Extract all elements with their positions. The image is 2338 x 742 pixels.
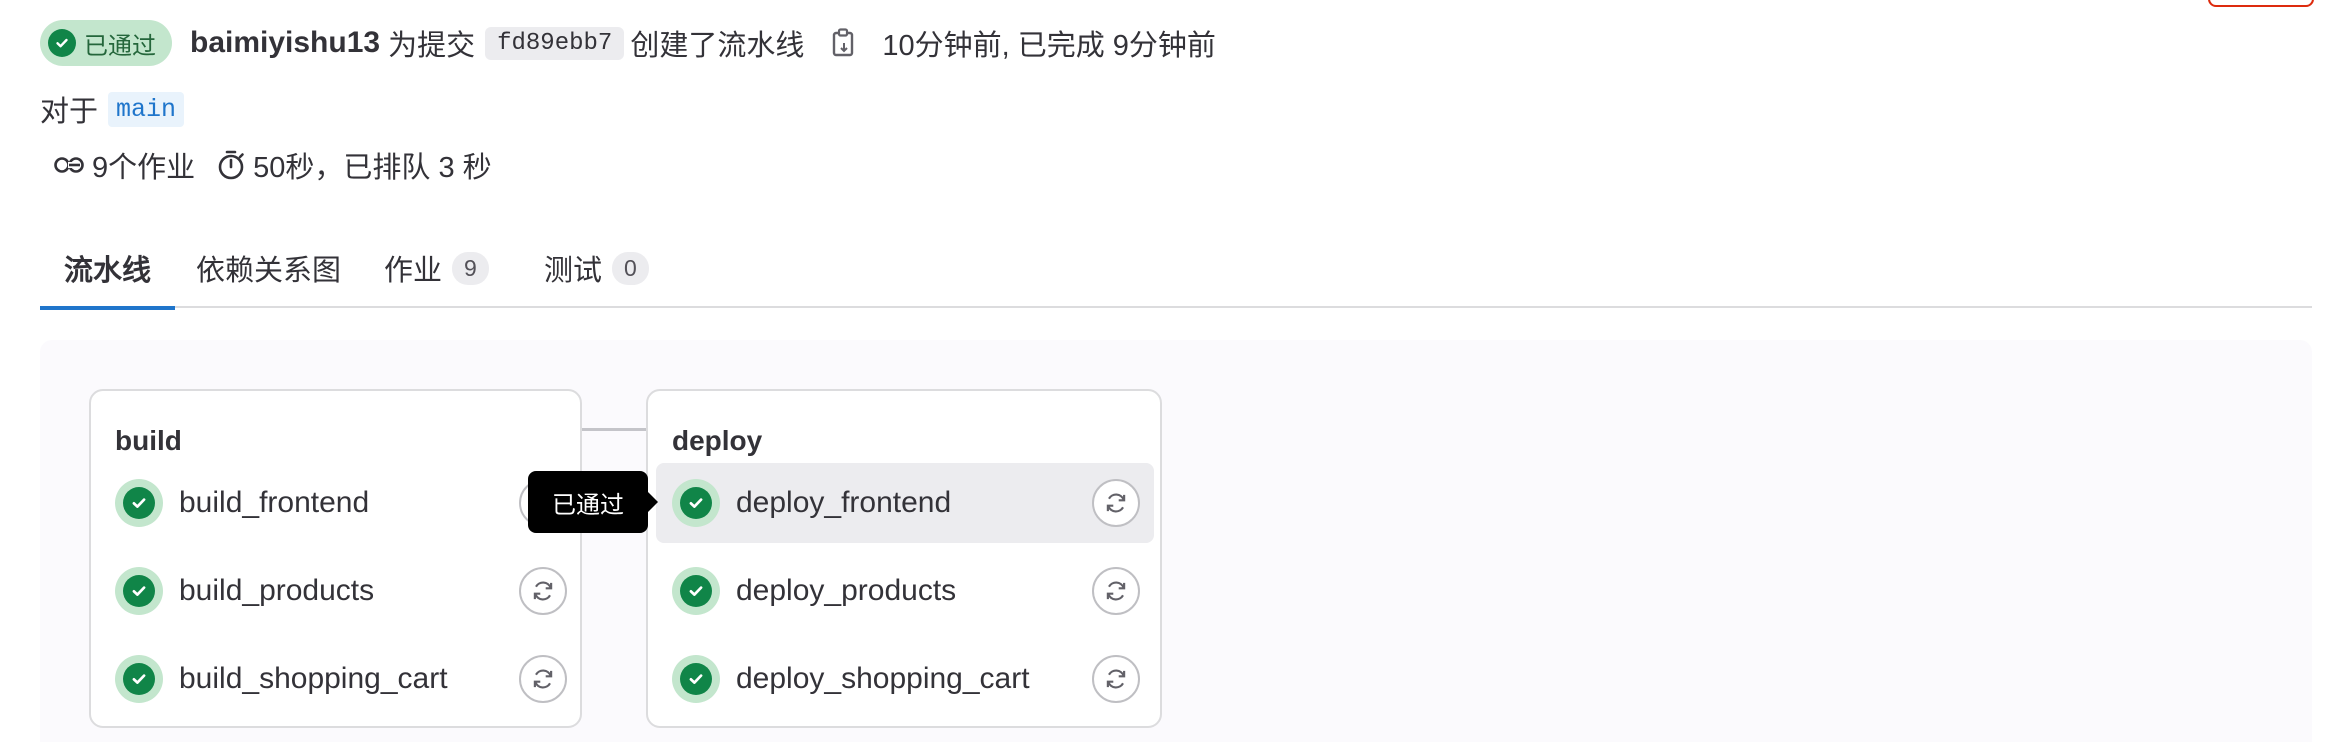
branch-link[interactable]: main [108,91,185,127]
duration-text: 50秒，已排队 3 秒 [253,152,492,184]
job-name: build_products [179,574,375,607]
tab-label: 测试 [544,255,603,287]
job-item[interactable]: build_shopping_cart [99,639,572,719]
job-item[interactable]: deploy_products [656,551,1154,631]
stage-title: build [115,425,182,456]
retry-icon[interactable] [1092,567,1140,615]
status-badge-label: 已通过 [84,32,156,60]
stage-connector [582,428,646,431]
pipeline-icon [54,149,86,181]
tab-pipeline[interactable]: 流水线 [40,228,176,310]
pipeline-header: 已通过 baimiyishu13 为提交 fd89ebb7 创建了流水线 10分… [40,18,1216,68]
commit-sha-link[interactable]: fd89ebb7 [485,26,625,60]
stage-build: build build_frontend build_products buil… [89,389,582,728]
retry-icon[interactable] [1092,655,1140,703]
status-badge[interactable]: 已通过 [40,20,172,66]
tab-label: 作业 [384,255,443,287]
tab-count-badge: 0 [612,251,649,285]
check-circle-icon[interactable] [672,567,720,615]
retry-icon[interactable] [519,567,567,615]
tab-label: 流水线 [64,255,152,287]
check-circle-icon[interactable] [672,655,720,703]
tab-dependency-graph[interactable]: 依赖关系图 [196,228,341,308]
tab-jobs[interactable]: 作业 9 [384,228,489,308]
job-item[interactable]: build_frontend [99,463,572,543]
job-name: build_shopping_cart [179,662,448,695]
job-item[interactable]: deploy_shopping_cart [656,639,1154,719]
timer-icon [215,149,247,181]
ref-row: 对于 main [40,88,185,130]
check-circle-icon[interactable] [115,479,163,527]
jobs-count-text: 9个作业 [92,152,196,184]
stage-title: deploy [672,425,763,456]
tab-label: 依赖关系图 [196,255,342,287]
job-name: deploy_shopping_cart [736,662,1030,695]
for-commit-text: 为提交 [388,30,476,62]
job-name: build_frontend [179,486,370,519]
job-name: deploy_frontend [736,486,952,519]
author-link[interactable]: baimiyishu13 [190,26,380,60]
check-circle-icon [48,29,76,57]
retry-icon[interactable] [1092,479,1140,527]
check-circle-icon[interactable] [115,655,163,703]
copy-icon[interactable] [824,23,864,63]
status-tooltip: 已通过 [528,471,658,533]
top-right-button[interactable] [2208,0,2314,7]
pipeline-tabs: 流水线 依赖关系图 作业 9 测试 0 [40,228,2312,310]
retry-icon[interactable] [519,655,567,703]
job-name: deploy_products [736,574,957,607]
pipeline-meta: 9个作业 50秒，已排队 3 秒 [54,144,492,186]
job-item[interactable]: deploy_frontend [656,463,1154,543]
job-item[interactable]: build_products [99,551,572,631]
tab-tests[interactable]: 测试 0 [544,228,649,308]
stage-deploy: deploy deploy_frontend deploy_products d… [646,389,1162,728]
ref-label: 对于 [40,96,99,128]
pipeline-time-text: 10分钟前, 已完成 9分钟前 [882,30,1216,62]
check-circle-icon[interactable] [115,567,163,615]
tab-count-badge: 9 [452,251,489,285]
check-circle-icon[interactable] [672,479,720,527]
created-text: 创建了流水线 [630,30,805,62]
